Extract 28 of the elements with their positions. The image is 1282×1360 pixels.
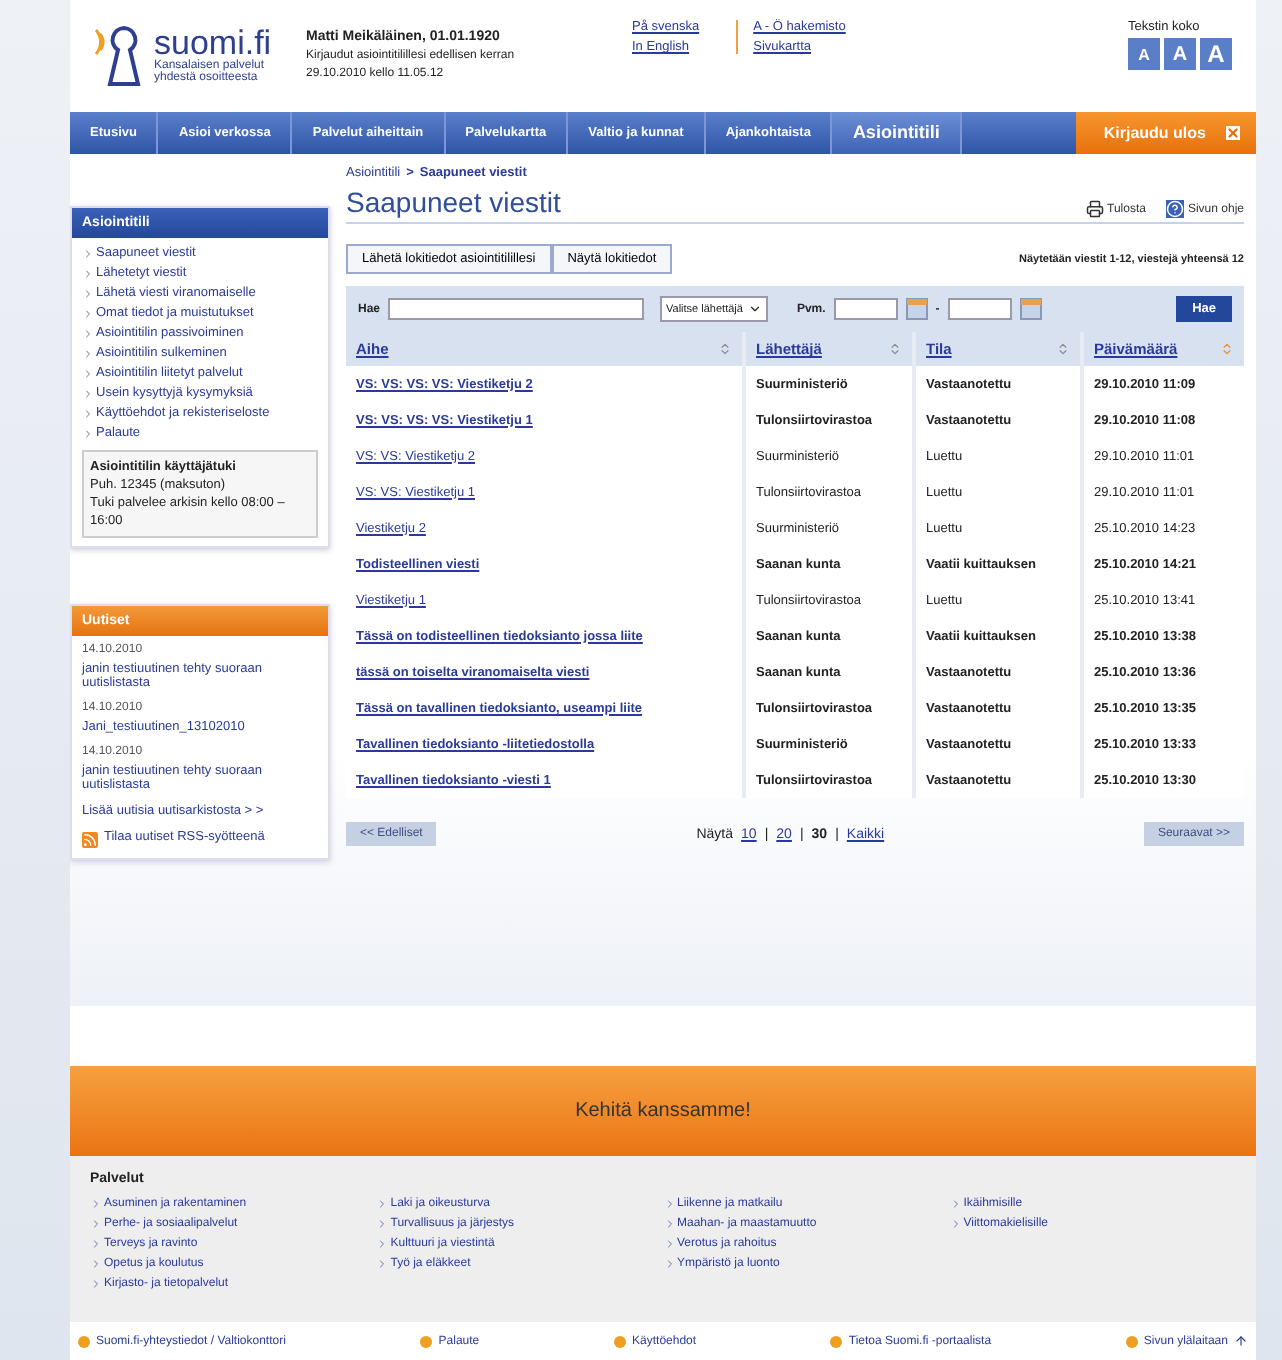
help-icon bbox=[1165, 200, 1184, 219]
sort-icon bbox=[1220, 342, 1234, 357]
bullet-icon bbox=[1125, 1335, 1138, 1348]
nav-tab[interactable]: Asiointitili bbox=[832, 111, 962, 155]
printer-icon bbox=[1085, 200, 1104, 219]
close-icon bbox=[1226, 125, 1240, 140]
bullet-icon bbox=[830, 1335, 843, 1348]
sort-icon bbox=[1056, 342, 1070, 357]
page-title: Saapuneet viestit bbox=[346, 186, 563, 219]
text-size-button[interactable]: A bbox=[1128, 38, 1160, 70]
bullet-icon bbox=[614, 1335, 627, 1348]
sort-icon bbox=[888, 342, 902, 357]
date-field[interactable] bbox=[833, 298, 898, 321]
banner-text: Kehitä kanssamme! bbox=[575, 1099, 751, 1122]
calendar-icon bbox=[1019, 298, 1042, 321]
keyhole-logo-icon bbox=[94, 21, 146, 90]
text-size-button[interactable]: A bbox=[1164, 38, 1196, 70]
search-field[interactable] bbox=[388, 298, 645, 321]
date-field[interactable] bbox=[947, 298, 1012, 321]
sort-icon bbox=[718, 342, 732, 357]
calendar-icon bbox=[905, 298, 928, 321]
bullet-icon bbox=[78, 1335, 90, 1348]
dropdown-icon bbox=[748, 302, 763, 317]
logo-text: suomi.fi bbox=[154, 25, 272, 60]
bullet-icon bbox=[420, 1335, 433, 1348]
text-size-button[interactable]: A bbox=[1200, 38, 1232, 70]
arrow-up-icon bbox=[1233, 1334, 1248, 1349]
rss-icon bbox=[82, 832, 98, 849]
